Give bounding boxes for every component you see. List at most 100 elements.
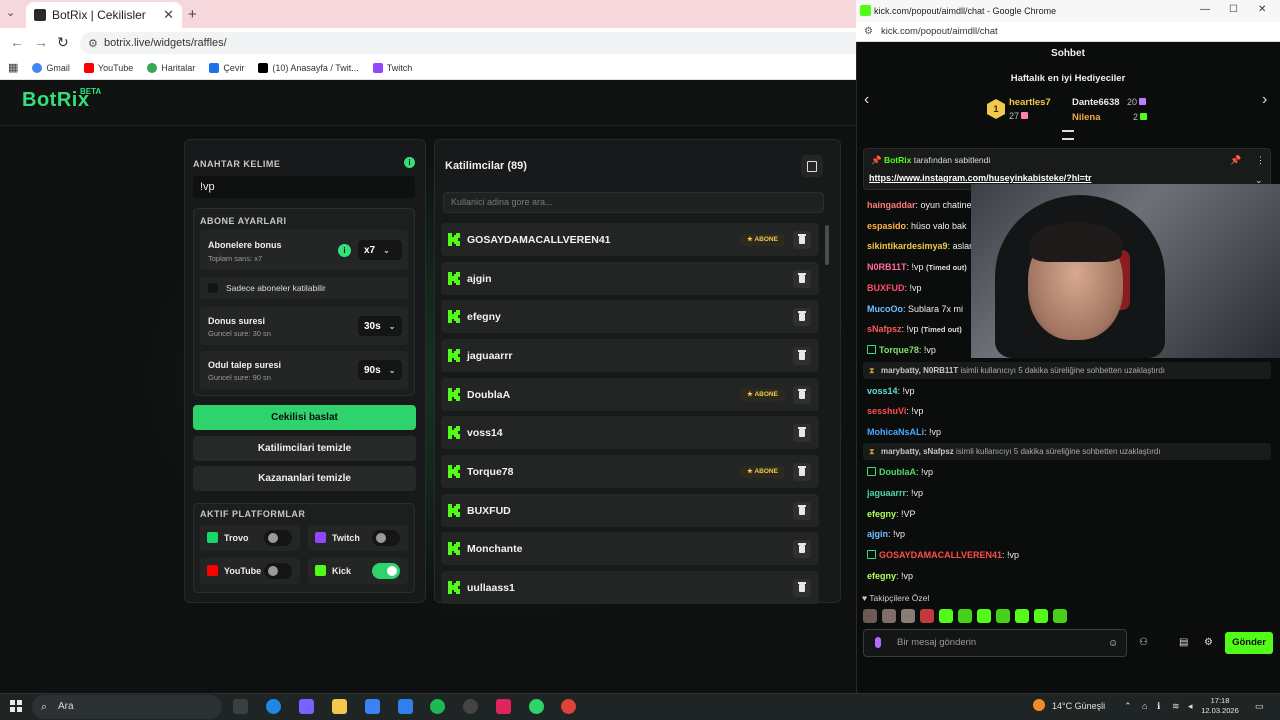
- new-tab-button[interactable]: +: [188, 6, 197, 23]
- chat-username[interactable]: N0RB11T: [867, 262, 907, 272]
- store-icon[interactable]: ▤: [1179, 637, 1188, 648]
- delete-icon[interactable]: [793, 231, 811, 249]
- obs-icon[interactable]: [463, 699, 478, 714]
- mail-icon[interactable]: [398, 699, 413, 714]
- mic-icon[interactable]: ℹ: [1157, 701, 1160, 712]
- emote-icon[interactable]: [958, 609, 972, 623]
- emote-icon[interactable]: [1015, 609, 1029, 623]
- delete-icon[interactable]: [793, 502, 811, 520]
- delete-icon[interactable]: [793, 308, 811, 326]
- volume-icon[interactable]: ◂: [1188, 701, 1193, 712]
- delete-icon[interactable]: [793, 463, 811, 481]
- windows-start-icon[interactable]: [10, 700, 22, 712]
- weather-text[interactable]: 14°C Güneşli: [1052, 701, 1105, 711]
- bookmark-maps[interactable]: Haritalar: [147, 62, 195, 73]
- delete-icon[interactable]: [793, 386, 811, 404]
- maximize-icon[interactable]: ☐: [1229, 4, 1238, 15]
- chrome-icon[interactable]: [561, 699, 576, 714]
- minimize-icon[interactable]: —: [1200, 4, 1210, 15]
- chat-username[interactable]: sNafpsz: [867, 324, 902, 334]
- duration-select[interactable]: 30s ⌄: [358, 316, 402, 336]
- tray-chevron-icon[interactable]: ⌃: [1124, 701, 1132, 712]
- notifications-icon[interactable]: ▭: [1255, 701, 1264, 712]
- chat-username[interactable]: DoublaA: [879, 467, 916, 477]
- spotify-icon[interactable]: [430, 699, 445, 714]
- reload-icon[interactable]: ↻: [57, 34, 69, 51]
- close-tab-icon[interactable]: ✕: [163, 7, 174, 23]
- site-info-icon[interactable]: ⚙: [864, 22, 873, 42]
- chat-url-bar[interactable]: ⚙ kick.com/popout/aimdll/chat: [856, 22, 1280, 42]
- site-info-icon[interactable]: ⚙: [88, 37, 98, 50]
- emote-icon[interactable]: [863, 609, 877, 623]
- delete-icon[interactable]: [793, 347, 811, 365]
- emote-icon[interactable]: [882, 609, 896, 623]
- mic-icon[interactable]: [875, 637, 881, 648]
- chat-username[interactable]: ajgin: [867, 529, 888, 539]
- copy-icon[interactable]: [801, 155, 823, 177]
- apps-icon[interactable]: ▦: [8, 61, 18, 74]
- settings-gear-icon[interactable]: ⚙: [1204, 637, 1213, 648]
- tab-search-icon[interactable]: ⌄: [6, 6, 15, 19]
- emote-icon[interactable]: [1034, 609, 1048, 623]
- people-icon[interactable]: ⚇: [1139, 637, 1148, 648]
- more-icon[interactable]: ⋮: [1256, 155, 1265, 166]
- network-icon[interactable]: ⌂: [1142, 701, 1147, 711]
- chat-username[interactable]: espasido: [867, 221, 906, 231]
- app-icon[interactable]: [496, 699, 511, 714]
- emote-icon[interactable]: [1053, 609, 1067, 623]
- participant-search-input[interactable]: Kullanici adina gore ara...: [443, 192, 824, 213]
- emote-icon[interactable]: [901, 609, 915, 623]
- chat-username[interactable]: sesshuVi: [867, 406, 906, 416]
- chat-username[interactable]: efegny: [867, 509, 896, 519]
- bookmark-twitch[interactable]: Twitch: [372, 62, 412, 73]
- chat-username[interactable]: BUXFUD: [867, 283, 905, 293]
- task-view-icon[interactable]: [233, 699, 248, 714]
- chat-username[interactable]: voss14: [867, 386, 898, 396]
- address-bar[interactable]: ⚙ botrix.live/widgets/raffles/: [80, 32, 856, 54]
- info-icon[interactable]: i: [404, 157, 415, 168]
- emoji-icon[interactable]: ☺: [1108, 638, 1118, 649]
- botrix-app-icon[interactable]: [529, 699, 544, 714]
- chat-message-input[interactable]: Bir mesaj gönderin: [863, 629, 1127, 657]
- kick-toggle[interactable]: [372, 563, 400, 579]
- gifter-name[interactable]: Nilena: [1072, 112, 1101, 123]
- close-window-icon[interactable]: ✕: [1258, 4, 1266, 15]
- delete-icon[interactable]: [793, 579, 811, 597]
- pin-icon[interactable]: 📌: [1230, 155, 1241, 166]
- chevron-right-icon[interactable]: ›: [1262, 91, 1267, 109]
- youtube-toggle[interactable]: [264, 563, 292, 579]
- emote-icon[interactable]: [996, 609, 1010, 623]
- gifter-name[interactable]: Dante6638: [1072, 97, 1120, 108]
- chat-username[interactable]: efegny: [867, 571, 896, 581]
- only-subs-row[interactable]: Sadece aboneler katilabilir: [200, 277, 408, 299]
- chat-username[interactable]: GOSAYDAMACALLVEREN41: [879, 550, 1002, 560]
- bookmark-youtube[interactable]: YouTube: [83, 62, 133, 73]
- start-raffle-button[interactable]: Cekilisi baslat: [193, 405, 416, 430]
- claim-select[interactable]: 90s ⌄: [358, 360, 402, 380]
- chat-username[interactable]: Torque78: [879, 345, 919, 355]
- emote-icon[interactable]: [977, 609, 991, 623]
- chat-username[interactable]: MohicaNsALi: [867, 427, 924, 437]
- pinned-link[interactable]: https://www.instagram.com/huseyinkabiste…: [869, 173, 1091, 183]
- only-subs-checkbox[interactable]: [208, 283, 218, 293]
- forward-icon[interactable]: →: [34, 34, 48, 50]
- delete-icon[interactable]: [793, 270, 811, 288]
- chat-username[interactable]: MucoOo: [867, 304, 903, 314]
- send-button[interactable]: Gönder: [1225, 632, 1273, 654]
- scrollbar[interactable]: [825, 225, 829, 265]
- chat-username[interactable]: sikintikardesimya9: [867, 241, 948, 251]
- delete-icon[interactable]: [793, 540, 811, 558]
- edge-icon[interactable]: [266, 699, 281, 714]
- trovo-toggle[interactable]: [264, 530, 292, 546]
- taskbar-search[interactable]: ⌕ Ara: [32, 695, 222, 719]
- gifter-name[interactable]: heartles7: [1009, 97, 1051, 108]
- wifi-icon[interactable]: ≋: [1172, 701, 1180, 712]
- bookmark-gmail[interactable]: Gmail: [32, 62, 70, 73]
- store-icon[interactable]: [365, 699, 380, 714]
- chat-username[interactable]: jaguaarrr: [867, 488, 906, 498]
- keyword-input[interactable]: !vp: [193, 176, 415, 198]
- delete-icon[interactable]: [793, 424, 811, 442]
- chat-username[interactable]: haingaddar: [867, 200, 916, 210]
- bookmark-x[interactable]: (10) Anasayfa / Twit...: [258, 62, 359, 73]
- tab-botrix[interactable]: BotRix | Cekilisler ✕: [26, 2, 182, 28]
